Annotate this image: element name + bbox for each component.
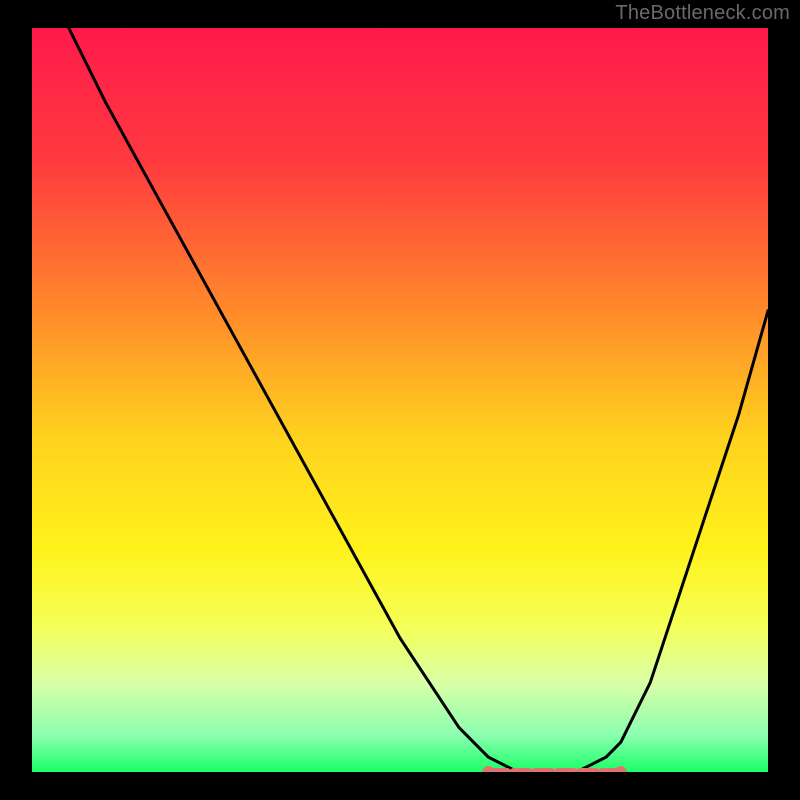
bottleneck-chart [32,28,768,772]
watermark-text: TheBottleneck.com [615,2,790,25]
chart-container: TheBottleneck.com [0,0,800,800]
